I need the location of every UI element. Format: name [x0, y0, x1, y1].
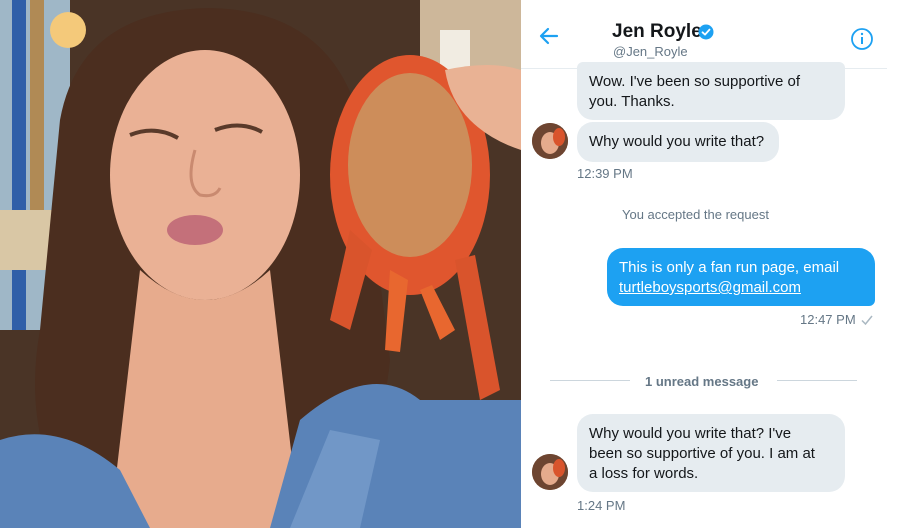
shared-photo	[0, 0, 521, 528]
arrow-left-icon[interactable]	[537, 24, 561, 48]
divider-line	[550, 380, 630, 381]
unread-indicator: 1 unread message	[645, 374, 759, 389]
contact-handle: @Jen_Royle	[613, 44, 688, 59]
avatar[interactable]	[532, 123, 568, 159]
dm-conversation-panel: Jen Royle @Jen_Royle Wow. I've been so s…	[521, 0, 908, 528]
incoming-message[interactable]: Wow. I've been so supportive of you. Tha…	[577, 62, 845, 120]
avatar[interactable]	[532, 454, 568, 490]
message-line: a loss for words.	[589, 465, 699, 482]
divider-line	[777, 380, 857, 381]
info-icon[interactable]	[850, 27, 874, 51]
message-line: This is only a fan run page, email	[619, 259, 840, 276]
message-line: you. Thanks.	[589, 93, 675, 110]
incoming-message[interactable]: Why would you write that?	[577, 122, 779, 162]
message-timestamp: 1:24 PM	[577, 498, 626, 513]
photo-illustration	[0, 0, 521, 528]
message-text: Why would you write that?	[589, 133, 765, 150]
sent-check-icon	[860, 313, 874, 332]
message-line: Wow. I've been so supportive of	[589, 73, 801, 90]
verified-badge-icon	[698, 24, 714, 40]
message-line: Why would you write that? I've	[589, 425, 792, 442]
conversation-header: Jen Royle @Jen_Royle	[521, 0, 887, 69]
message-timestamp: 12:47 PM	[800, 312, 856, 327]
email-link[interactable]: turtleboysports@gmail.com	[619, 279, 801, 296]
message-timestamp: 12:39 PM	[577, 166, 633, 181]
incoming-message[interactable]: Why would you write that? I've been so s…	[577, 414, 845, 492]
message-line: been so supportive of you. I am at	[589, 445, 815, 462]
system-message: You accepted the request	[622, 207, 769, 222]
outgoing-message[interactable]: This is only a fan run page, email turtl…	[607, 248, 875, 306]
contact-name: Jen Royle	[612, 21, 702, 42]
